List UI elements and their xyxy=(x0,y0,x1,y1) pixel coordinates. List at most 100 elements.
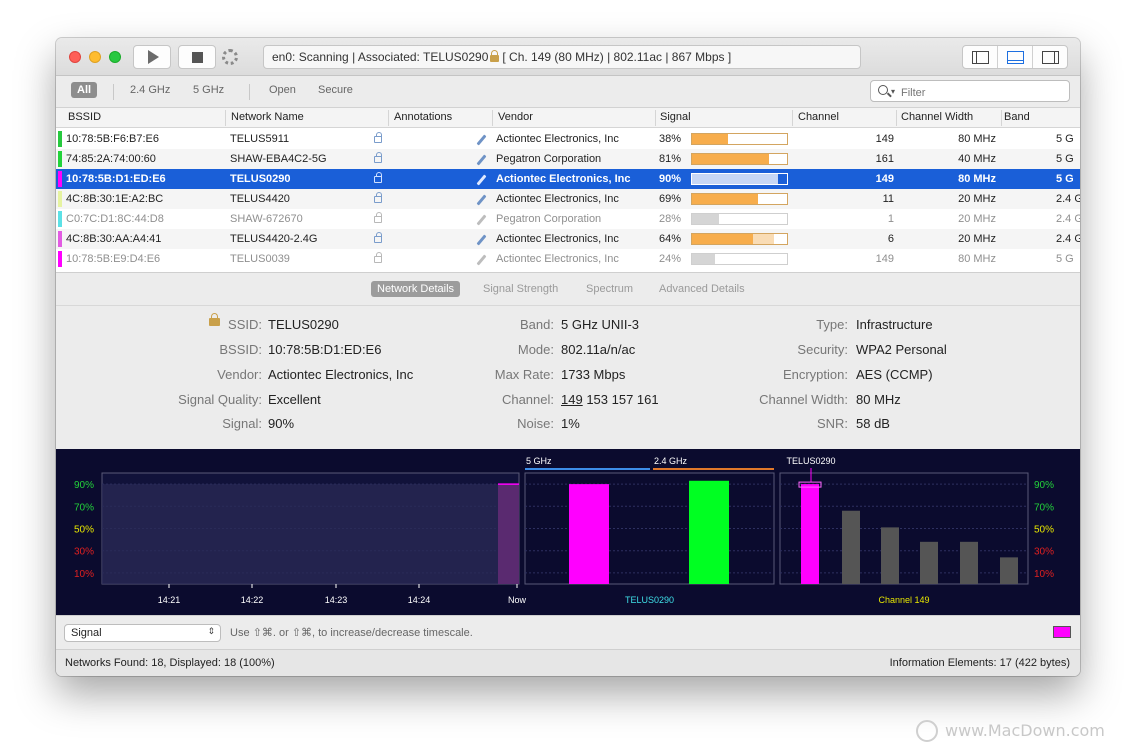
search-icon xyxy=(878,85,888,95)
band-label-5ghz: 5 GHz xyxy=(526,456,552,466)
minimize-window-button[interactable] xyxy=(89,51,101,63)
chevron-down-icon[interactable]: ▾ xyxy=(891,87,895,96)
close-window-button[interactable] xyxy=(69,51,81,63)
security-value: WPA2 Personal xyxy=(856,342,947,357)
filter-search-input[interactable] xyxy=(870,80,1070,102)
scanning-spinner-icon xyxy=(222,49,238,65)
table-row[interactable]: 10:78:5B:E9:D4:E6 TELUS0039 Actiontec Elec… xyxy=(56,249,1080,269)
column-divider[interactable] xyxy=(388,110,389,126)
sidebar-left-icon xyxy=(971,50,989,64)
table-row[interactable]: 74:85:2A:74:00:60 SHAW-EBA4C2-5G Pegatron … xyxy=(56,149,1080,169)
signal-value: 90% xyxy=(268,416,295,431)
column-annotations[interactable]: Annotations xyxy=(394,111,452,123)
edit-annotation-icon[interactable] xyxy=(476,174,487,186)
column-channel[interactable]: Channel xyxy=(798,111,839,123)
lock-icon xyxy=(374,212,382,223)
show-sidebar-button[interactable] xyxy=(963,46,998,68)
column-channel-width[interactable]: Channel Width xyxy=(901,111,973,123)
table-row[interactable]: 10:78:5B:F6:B7:E6 TELUS5911 Actiontec Elec… xyxy=(56,129,1080,149)
edit-annotation-icon[interactable] xyxy=(476,214,487,226)
network-color-marker xyxy=(58,151,62,167)
play-icon xyxy=(148,50,159,64)
edit-annotation-icon[interactable] xyxy=(476,194,487,206)
column-divider[interactable] xyxy=(225,110,226,126)
network-details-panel: SSID: TELUS0290 BSSID: 10:78:5B:D1:ED:E6… xyxy=(56,306,1080,449)
column-divider[interactable] xyxy=(792,110,793,126)
show-inspector-button[interactable] xyxy=(1033,46,1067,68)
vendor-cell: Actiontec Electronics, Inc xyxy=(496,193,619,205)
graph-metric-select[interactable]: Signal ⇕ xyxy=(64,624,221,642)
channel-cell: 161 xyxy=(875,153,894,165)
y-axis-tick-label: 30% xyxy=(74,547,94,558)
column-band[interactable]: Band xyxy=(1004,111,1030,123)
edit-annotation-icon[interactable] xyxy=(476,154,487,166)
bssid-cell: 10:78:5B:D1:ED:E6 xyxy=(66,173,166,185)
band-label: Band: xyxy=(520,317,554,332)
tab-advanced-details[interactable]: Advanced Details xyxy=(659,283,745,295)
bssid-cell: 10:78:5B:F6:B7:E6 xyxy=(66,133,159,145)
vendor-cell: Pegatron Corporation xyxy=(496,153,602,165)
channel-signal-bar xyxy=(881,527,899,584)
stop-scan-button[interactable] xyxy=(178,45,216,69)
signal-meter-fill xyxy=(692,214,719,224)
column-vendor[interactable]: Vendor xyxy=(498,111,533,123)
vendor-label: Vendor: xyxy=(217,367,262,382)
signal-cell: 69% xyxy=(659,193,682,205)
edit-annotation-icon[interactable] xyxy=(476,254,487,266)
tab-spectrum[interactable]: Spectrum xyxy=(586,283,633,295)
mode-value: 802.11a/n/ac xyxy=(561,342,636,357)
layout-segmented-control[interactable] xyxy=(962,45,1068,69)
column-divider[interactable] xyxy=(655,110,656,126)
band-cell: 5 G xyxy=(1056,173,1074,185)
time-tick-label: 14:24 xyxy=(408,595,431,605)
secondary-channels: 153 157 161 xyxy=(586,392,659,407)
information-elements-text: Information Elements: 17 (422 bytes) xyxy=(889,657,1070,669)
signal-quality-label: Signal Quality: xyxy=(178,392,262,407)
column-signal[interactable]: Signal xyxy=(660,111,691,123)
type-label: Type: xyxy=(816,317,848,332)
table-row[interactable]: C0:7C:D1:8C:44:D8 SHAW-672670 Pegatron Cor… xyxy=(56,209,1080,229)
channel-width-cell: 20 MHz xyxy=(958,213,996,225)
table-row[interactable]: 4C:8B:30:AA:A4:41 TELUS4420-2.4G Actiontec… xyxy=(56,229,1080,249)
lock-icon xyxy=(374,232,382,243)
tab-signal-strength[interactable]: Signal Strength xyxy=(483,283,558,295)
primary-channel-link[interactable]: 149 xyxy=(561,392,583,407)
table-row[interactable]: 10:78:5B:D1:ED:E6 TELUS0290 Actiontec Elec… xyxy=(56,169,1080,189)
series-color-swatch[interactable] xyxy=(1053,626,1071,638)
band-signal-bar xyxy=(569,484,609,584)
column-divider[interactable] xyxy=(896,110,897,126)
filter-2-4ghz[interactable]: 2.4 GHz xyxy=(130,84,170,96)
start-scan-button[interactable] xyxy=(133,45,171,69)
signal-meter-fill xyxy=(692,234,753,244)
bottom-pane-icon xyxy=(1006,50,1024,64)
table-row[interactable]: 4C:8B:30:1E:A2:BC TELUS4420 Actiontec Elec… xyxy=(56,189,1080,209)
column-divider[interactable] xyxy=(492,110,493,126)
graph-controls-bar: Signal ⇕ Use ⇧⌘. or ⇧⌘, to increase/decr… xyxy=(56,615,1080,649)
filter-5ghz[interactable]: 5 GHz xyxy=(193,84,224,96)
channel-width-cell: 40 MHz xyxy=(958,153,996,165)
noise-value: 1% xyxy=(561,416,580,431)
signal-meter-peak xyxy=(752,234,774,244)
column-network-name[interactable]: Network Name xyxy=(231,111,304,123)
lock-icon xyxy=(374,172,382,183)
channel-width-cell: 80 MHz xyxy=(958,173,996,185)
ssid-label: SSID: xyxy=(228,317,262,332)
tab-network-details[interactable]: Network Details xyxy=(371,281,461,297)
filter-open[interactable]: Open xyxy=(269,84,296,96)
y-axis-tick-label: 10% xyxy=(74,569,94,580)
lock-icon xyxy=(209,313,220,326)
network-color-marker xyxy=(58,211,62,227)
signal-cell: 38% xyxy=(659,133,682,145)
filter-all[interactable]: All xyxy=(71,82,98,98)
vendor-cell: Actiontec Electronics, Inc xyxy=(496,133,619,145)
y-axis-tick-label: 50% xyxy=(74,525,94,536)
column-bssid[interactable]: BSSID xyxy=(68,111,101,123)
zoom-window-button[interactable] xyxy=(109,51,121,63)
edit-annotation-icon[interactable] xyxy=(476,234,487,246)
show-bottom-pane-button[interactable] xyxy=(998,46,1033,68)
edit-annotation-icon[interactable] xyxy=(476,134,487,146)
column-divider[interactable] xyxy=(1001,110,1002,126)
band-cell: 2.4 G xyxy=(1056,233,1080,245)
history-recent-area xyxy=(498,484,519,584)
filter-secure[interactable]: Secure xyxy=(318,84,353,96)
